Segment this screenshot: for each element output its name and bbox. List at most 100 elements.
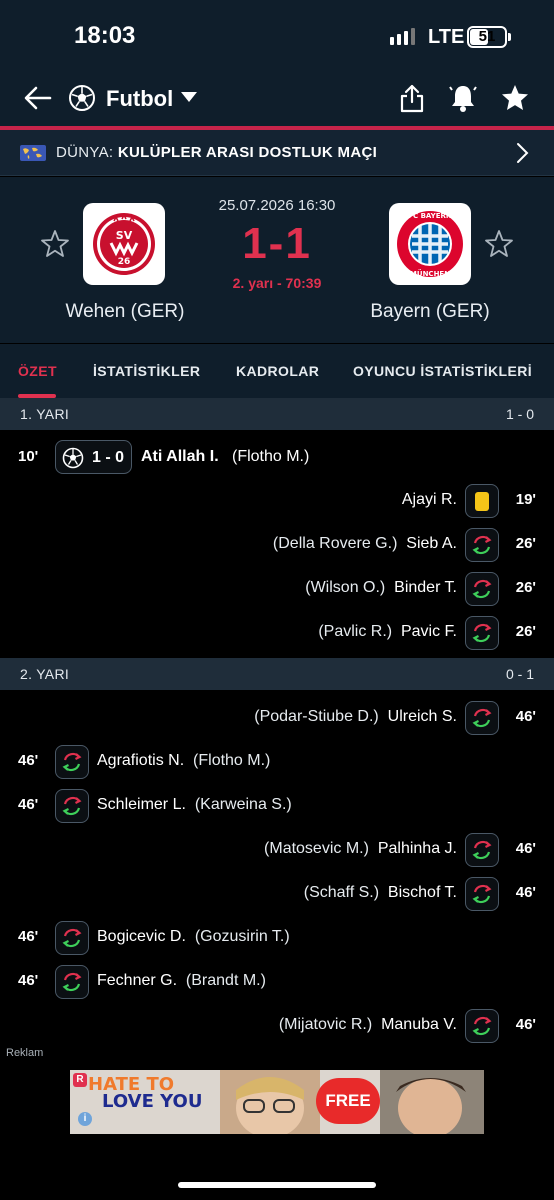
- league-row[interactable]: DÜNYA: KULÜPLER ARASI DOSTLUK MAÇI: [0, 130, 554, 176]
- player-out: (Schaff S.): [303, 884, 380, 901]
- notifications-button[interactable]: [448, 82, 478, 114]
- half-score: 0 - 1: [505, 666, 534, 682]
- substitution-icon: [465, 572, 499, 606]
- home-team-name[interactable]: Wehen (GER): [45, 301, 205, 323]
- player-in: Bogicevic D.: [97, 928, 186, 945]
- event-yellow-card[interactable]: Ajayi R. 19': [0, 478, 554, 522]
- back-arrow-icon: [24, 86, 52, 110]
- substitution-icon: [55, 745, 89, 779]
- battery-tip: [508, 33, 511, 41]
- ad-title: HATE TO LOVE YOU: [88, 1076, 248, 1112]
- event-minute: 46': [515, 840, 536, 857]
- event-goal[interactable]: 10' 1 - 0 Ati Allah I. (Flotho M.): [0, 435, 554, 479]
- player-out: (Karweina S.): [194, 796, 292, 813]
- goal-running-score: 1 - 0: [92, 449, 125, 466]
- event-players: Fechner G. (Brandt M.): [97, 972, 266, 990]
- player-in: Ulreich S.: [387, 708, 457, 725]
- away-team-name[interactable]: Bayern (GER): [350, 301, 510, 323]
- away-favorite-star-icon[interactable]: [484, 229, 514, 259]
- league-name: KULÜPLER ARASI DOSTLUK MAÇI: [117, 144, 378, 161]
- substitution-icon: [55, 921, 89, 955]
- yellow-card-shape: [475, 492, 489, 511]
- battery-percent: 51: [478, 28, 496, 45]
- app-header: Futbol: [0, 72, 554, 126]
- share-button[interactable]: [398, 82, 426, 114]
- half-label: 2. YARI: [20, 666, 70, 682]
- tab-summary[interactable]: ÖZET: [18, 363, 57, 379]
- player-out: (Gozusirin T.): [194, 928, 290, 945]
- player-in: Palhinha J.: [377, 840, 457, 857]
- player-out: (Wilson O.): [305, 579, 386, 596]
- event-players: (Della Rovere G.) Sieb A.: [273, 535, 457, 553]
- ad-title-line2: LOVE YOU: [102, 1091, 203, 1112]
- player-in: Sieb A.: [406, 535, 457, 552]
- event-players: (Matosevic M.) Palhinha J.: [264, 840, 457, 858]
- event-substitution[interactable]: (Della Rovere G.) Sieb A. 26': [0, 522, 554, 566]
- match-tabs: ÖZET İSTATİSTİKLER KADROLAR OYUNCU İSTAT…: [0, 344, 554, 398]
- caret-down-icon[interactable]: [181, 92, 197, 102]
- player-in: Fechner G.: [97, 972, 178, 989]
- substitution-icon: [465, 616, 499, 650]
- event-minute: 46': [18, 752, 39, 769]
- event-minute: 46': [515, 884, 536, 901]
- match-events-feed[interactable]: 1. YARI 1 - 0 10' 1 - 0 Ati Allah I. (Fl…: [0, 398, 554, 1044]
- event-substitution[interactable]: (Mijatovic R.) Manuba V. 46': [0, 1003, 554, 1044]
- ad-label: Reklam: [6, 1047, 44, 1059]
- player-in: Pavic F.: [400, 623, 457, 640]
- goal-scorer: Ati Allah I.: [141, 448, 219, 465]
- bell-icon: [449, 86, 477, 112]
- event-minute: 26': [515, 535, 536, 552]
- event-substitution[interactable]: 46' Bogicevic D. (Gozusirin T.): [0, 915, 554, 959]
- half-label: 1. YARI: [20, 406, 70, 422]
- chevron-right-icon[interactable]: [514, 142, 530, 164]
- status-time: 18:03: [74, 22, 136, 49]
- substitution-icon: [465, 1009, 499, 1043]
- star-icon: [502, 85, 528, 110]
- event-substitution[interactable]: (Matosevic M.) Palhinha J. 46': [0, 827, 554, 871]
- tab-player-statistics[interactable]: OYUNCU İSTATİSTİKLERİ: [353, 363, 532, 379]
- half-header-second: 2. YARI 0 - 1: [0, 658, 554, 690]
- substitution-icon: [465, 877, 499, 911]
- substitution-icon: [465, 833, 499, 867]
- event-minute: 26': [515, 623, 536, 640]
- event-minute: 26': [515, 579, 536, 596]
- event-minute: 19': [515, 491, 536, 508]
- home-indicator[interactable]: [178, 1182, 376, 1188]
- event-substitution[interactable]: 46' Agrafiotis N. (Flotho M.): [0, 739, 554, 783]
- player-out: (Della Rovere G.): [272, 535, 398, 552]
- event-minute: 10': [18, 448, 39, 465]
- away-team-logo[interactable]: FC BAYERN MÜNCHEN: [389, 203, 471, 285]
- ad-banner[interactable]: R HATE TO LOVE YOU i FREE: [70, 1070, 484, 1134]
- ad-info-icon[interactable]: i: [78, 1112, 92, 1126]
- event-players: (Schaff S.) Bischof T.: [304, 884, 457, 902]
- soccer-ball-icon: [62, 447, 84, 469]
- tab-lineups[interactable]: KADROLAR: [236, 363, 319, 379]
- event-minute: 46': [18, 928, 39, 945]
- soccer-ball-icon[interactable]: [68, 84, 96, 112]
- player-out: (Pavlic R.): [318, 623, 393, 640]
- event-substitution[interactable]: (Schaff S.) Bischof T. 46': [0, 871, 554, 915]
- substitution-icon: [55, 789, 89, 823]
- sport-selector[interactable]: Futbol: [106, 86, 173, 112]
- player-in: Manuba V.: [381, 1016, 457, 1033]
- event-players: (Mijatovic R.) Manuba V.: [279, 1016, 457, 1034]
- tab-statistics[interactable]: İSTATİSTİKLER: [93, 363, 200, 379]
- back-button[interactable]: [22, 82, 54, 114]
- battery-icon: 51: [467, 26, 507, 48]
- favorite-button[interactable]: [500, 82, 530, 114]
- event-substitution[interactable]: 46' Fechner G. (Brandt M.): [0, 959, 554, 1003]
- event-players: Schleimer L. (Karweina S.): [97, 796, 292, 814]
- event-substitution[interactable]: (Wilson O.) Binder T. 26': [0, 566, 554, 610]
- event-substitution[interactable]: (Pavlic R.) Pavic F. 26': [0, 610, 554, 654]
- event-players: Agrafiotis N. (Flotho M.): [97, 752, 270, 770]
- event-minute: 46': [18, 796, 39, 813]
- world-flag-icon: [20, 145, 46, 161]
- share-icon: [400, 84, 424, 113]
- ad-cta-badge[interactable]: FREE: [316, 1078, 380, 1124]
- substitution-icon: [465, 528, 499, 562]
- svg-text:MÜNCHEN: MÜNCHEN: [410, 269, 450, 278]
- event-substitution[interactable]: (Podar-Stiube D.) Ulreich S. 46': [0, 695, 554, 739]
- player-out: (Matosevic M.): [264, 840, 369, 857]
- event-substitution[interactable]: 46' Schleimer L. (Karweina S.): [0, 783, 554, 827]
- signal-icon: [390, 28, 415, 45]
